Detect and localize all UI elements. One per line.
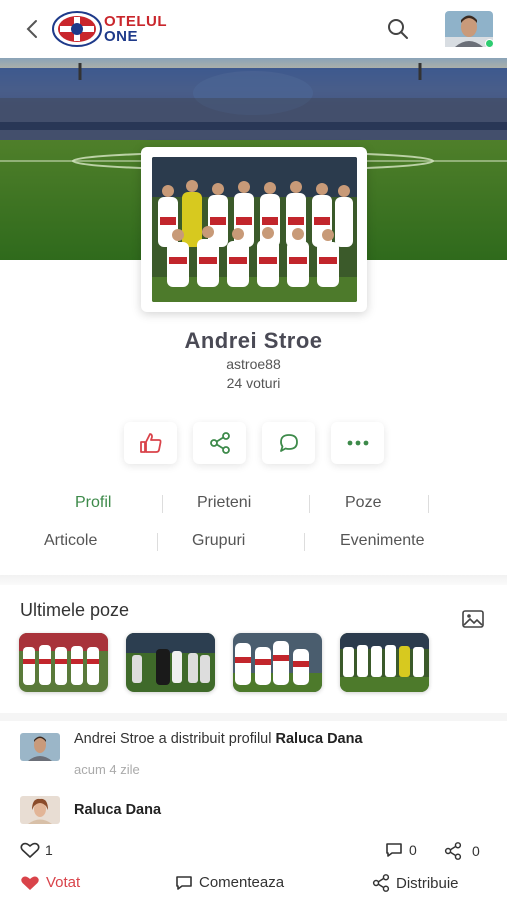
logo-line-2: ONE <box>104 28 139 45</box>
club-logo[interactable]: OTELUL ONE <box>52 11 167 47</box>
section-divider <box>0 713 507 721</box>
comments-count: 0 <box>409 842 417 858</box>
share-icon <box>209 432 230 454</box>
section-divider <box>0 575 507 585</box>
tab-grupuri[interactable]: Grupuri <box>192 532 245 550</box>
tab-separator <box>162 495 163 513</box>
like-button[interactable] <box>124 422 177 464</box>
recent-photos-list <box>19 633 429 692</box>
tab-separator <box>304 533 305 551</box>
tab-evenimente[interactable]: Evenimente <box>340 532 425 550</box>
photo-thumbnail[interactable] <box>233 633 322 692</box>
profile-name: Andrei Stroe <box>184 328 323 353</box>
search-icon[interactable] <box>385 16 411 42</box>
back-arrow-icon[interactable] <box>20 17 44 41</box>
profile-actions <box>124 422 384 464</box>
shares-count-group[interactable]: 0 <box>444 842 480 860</box>
comment-icon <box>386 843 402 857</box>
app-header: OTELUL ONE <box>0 0 507 58</box>
gallery-icon[interactable] <box>462 610 484 628</box>
share-icon <box>444 842 462 860</box>
comments-count-group[interactable]: 0 <box>385 842 417 858</box>
photo-thumbnail[interactable] <box>19 633 108 692</box>
vote-label: Votat <box>46 874 81 891</box>
share-post-button[interactable]: Distribuie <box>372 874 459 892</box>
feed-author-avatar[interactable] <box>20 733 60 761</box>
heart-filled-icon <box>21 876 39 890</box>
chat-bubble-icon <box>279 434 298 452</box>
profile-username: astroe88 <box>226 356 281 372</box>
post-stats: 1 0 0 <box>0 842 507 862</box>
photo-thumbnail[interactable] <box>340 633 429 692</box>
feed-timestamp: acum 4 zile <box>74 762 140 777</box>
tab-separator <box>428 495 429 513</box>
user-avatar[interactable] <box>445 11 494 48</box>
club-badge-icon <box>52 11 102 47</box>
post-actions-bar: Votat Comenteaza Distribuie <box>0 874 507 896</box>
share-icon <box>372 874 390 892</box>
more-options-button[interactable] <box>331 422 384 464</box>
profile-votes-count: 24 voturi <box>226 375 281 391</box>
tab-poze[interactable]: Poze <box>345 494 381 512</box>
logo-line-1: OTELUL <box>104 13 167 30</box>
feed-action-text: a distribuit profilul <box>154 731 276 747</box>
photo-thumbnail[interactable] <box>126 633 215 692</box>
tab-separator <box>309 495 310 513</box>
more-dots-icon <box>347 440 368 446</box>
recent-photos-title: Ultimele poze <box>20 600 130 620</box>
feed-target-name[interactable]: Raluca Dana <box>276 731 363 747</box>
feed-actor-name[interactable]: Andrei Stroe <box>74 731 155 747</box>
share-button[interactable] <box>193 422 246 464</box>
comment-icon <box>176 875 192 890</box>
message-button[interactable] <box>262 422 315 464</box>
tab-profil[interactable]: Profil <box>75 494 111 512</box>
profile-photo[interactable] <box>141 147 367 312</box>
shares-count: 0 <box>472 843 480 859</box>
likes-count-group[interactable]: 1 <box>20 842 53 858</box>
thumbs-up-icon <box>139 433 161 453</box>
vote-button[interactable]: Votat <box>20 874 80 891</box>
tab-articole[interactable]: Articole <box>44 532 97 550</box>
share-label: Distribuie <box>396 874 459 892</box>
tab-prieteni[interactable]: Prieteni <box>197 494 251 512</box>
heart-outline-icon <box>20 842 40 858</box>
shared-profile-avatar[interactable] <box>20 796 60 824</box>
feed-share-text: Andrei Stroe a distribuit profilul Raluc… <box>74 731 494 747</box>
tab-separator <box>157 533 158 551</box>
comment-button[interactable]: Comenteaza <box>175 874 284 891</box>
shared-profile-name[interactable]: Raluca Dana <box>74 802 161 818</box>
likes-count: 1 <box>45 842 53 858</box>
comment-label: Comenteaza <box>199 874 285 891</box>
online-status-dot <box>485 39 494 48</box>
